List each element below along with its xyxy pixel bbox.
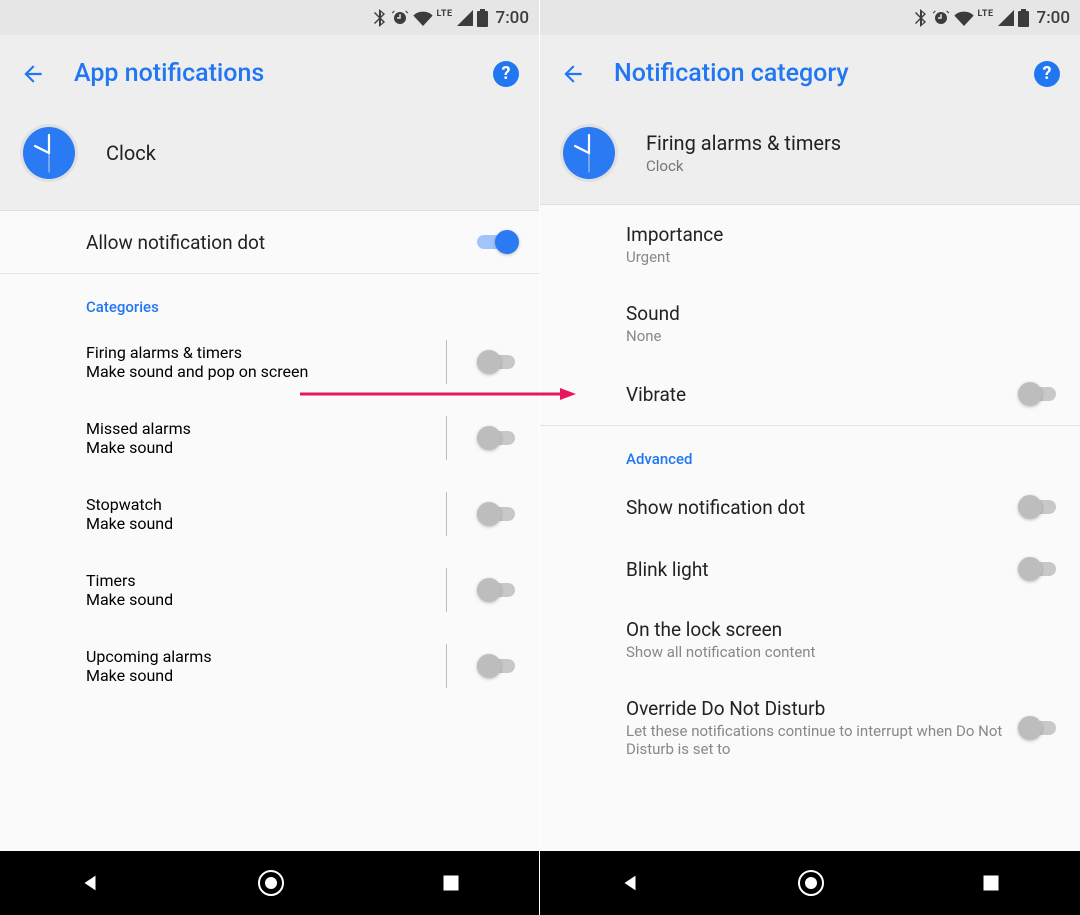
lockscreen-row[interactable]: On the lock screen Show all notification… [540, 600, 1080, 679]
blink-row[interactable]: Blink light [540, 538, 1080, 600]
importance-value: Urgent [626, 248, 1060, 266]
channel-sub: Clock [646, 157, 841, 175]
lte-label: LTE [437, 9, 453, 19]
screen-notification-category: LTE 7:00 Notification category ? Firing … [540, 0, 1080, 915]
app-bar: Notification category ? [540, 35, 1080, 106]
category-title: Firing alarms & timers [86, 343, 418, 362]
sound-label: Sound [626, 302, 1060, 325]
screen-app-notifications: LTE 7:00 App notifications ? Clock Allow… [0, 0, 540, 915]
category-sub: Make sound and pop on screen [86, 362, 418, 381]
advanced-header: Advanced [540, 426, 1080, 476]
category-firing-alarms[interactable]: Firing alarms & timers Make sound and po… [0, 324, 539, 400]
alarm-icon [932, 9, 950, 27]
back-icon[interactable] [560, 61, 586, 87]
category-sub: Make sound [86, 666, 418, 685]
category-title: Upcoming alarms [86, 647, 418, 666]
divider-vertical [446, 340, 447, 384]
help-icon[interactable]: ? [493, 61, 519, 87]
dnd-switch[interactable] [1018, 715, 1060, 741]
blink-switch[interactable] [1018, 556, 1060, 582]
signal-icon [457, 10, 473, 26]
importance-row[interactable]: Importance Urgent [540, 205, 1080, 284]
status-bar: LTE 7:00 [0, 0, 539, 35]
category-sub: Make sound [86, 438, 418, 457]
nav-back-icon[interactable] [79, 872, 101, 894]
category-missed-alarms[interactable]: Missed alarms Make sound [0, 400, 539, 476]
lte-label: LTE [978, 9, 994, 19]
show-dot-row[interactable]: Show notification dot [540, 476, 1080, 538]
page-title: App notifications [74, 59, 465, 88]
status-bar: LTE 7:00 [540, 0, 1080, 35]
wifi-icon [954, 10, 974, 26]
category-switch[interactable] [477, 577, 519, 603]
lockscreen-value: Show all notification content [626, 643, 1060, 661]
signal-icon [998, 10, 1014, 26]
categories-header: Categories [0, 274, 539, 324]
channel-title: Firing alarms & timers [646, 131, 841, 155]
page-title: Notification category [614, 59, 1006, 88]
allow-dot-label: Allow notification dot [86, 231, 477, 254]
category-stopwatch[interactable]: Stopwatch Make sound [0, 476, 539, 552]
allow-dot-switch[interactable] [477, 229, 519, 255]
battery-icon [1018, 9, 1029, 27]
bluetooth-icon [914, 9, 928, 27]
content-area: Importance Urgent Sound None Vibrate Adv… [540, 205, 1080, 851]
divider-vertical [446, 644, 447, 688]
category-title: Stopwatch [86, 495, 418, 514]
sound-row[interactable]: Sound None [540, 284, 1080, 363]
alarm-icon [391, 9, 409, 27]
category-sub: Make sound [86, 590, 418, 609]
vibrate-label: Vibrate [626, 383, 1018, 406]
divider-vertical [446, 492, 447, 536]
dnd-row[interactable]: Override Do Not Disturb Let these notifi… [540, 679, 1080, 762]
category-switch[interactable] [477, 501, 519, 527]
lockscreen-label: On the lock screen [626, 618, 1060, 641]
back-icon[interactable] [20, 61, 46, 87]
clock-app-icon [20, 124, 78, 182]
category-timers[interactable]: Timers Make sound [0, 552, 539, 628]
battery-icon [477, 9, 488, 27]
app-info-header: Clock [0, 106, 539, 211]
vibrate-switch[interactable] [1018, 381, 1060, 407]
nav-back-icon[interactable] [619, 872, 641, 894]
category-switch[interactable] [477, 425, 519, 451]
app-bar: App notifications ? [0, 35, 539, 106]
category-sub: Make sound [86, 514, 418, 533]
nav-recent-icon[interactable] [441, 873, 461, 893]
nav-home-icon[interactable] [798, 870, 824, 896]
wifi-icon [413, 10, 433, 26]
allow-notification-dot-row[interactable]: Allow notification dot [0, 211, 539, 273]
clock-time: 7:00 [1037, 8, 1070, 28]
sound-value: None [626, 327, 1060, 345]
importance-label: Importance [626, 223, 1060, 246]
category-switch[interactable] [477, 653, 519, 679]
bluetooth-icon [373, 9, 387, 27]
nav-bar [0, 851, 539, 915]
show-dot-switch[interactable] [1018, 494, 1060, 520]
category-switch[interactable] [477, 349, 519, 375]
dnd-sub: Let these notifications continue to inte… [626, 722, 1018, 758]
nav-recent-icon[interactable] [981, 873, 1001, 893]
category-title: Timers [86, 571, 418, 590]
clock-time: 7:00 [496, 8, 529, 28]
vibrate-row[interactable]: Vibrate [540, 363, 1080, 425]
channel-info-header: Firing alarms & timers Clock [540, 106, 1080, 205]
dnd-label: Override Do Not Disturb [626, 697, 1018, 720]
clock-app-icon [560, 124, 618, 182]
app-name: Clock [106, 141, 156, 165]
nav-bar [540, 851, 1080, 915]
divider-vertical [446, 568, 447, 612]
help-icon[interactable]: ? [1034, 61, 1060, 87]
show-dot-label: Show notification dot [626, 496, 1018, 519]
category-upcoming-alarms[interactable]: Upcoming alarms Make sound [0, 628, 539, 704]
blink-label: Blink light [626, 558, 1018, 581]
category-title: Missed alarms [86, 419, 418, 438]
divider-vertical [446, 416, 447, 460]
content-area: Allow notification dot Categories Firing… [0, 211, 539, 851]
nav-home-icon[interactable] [258, 870, 284, 896]
